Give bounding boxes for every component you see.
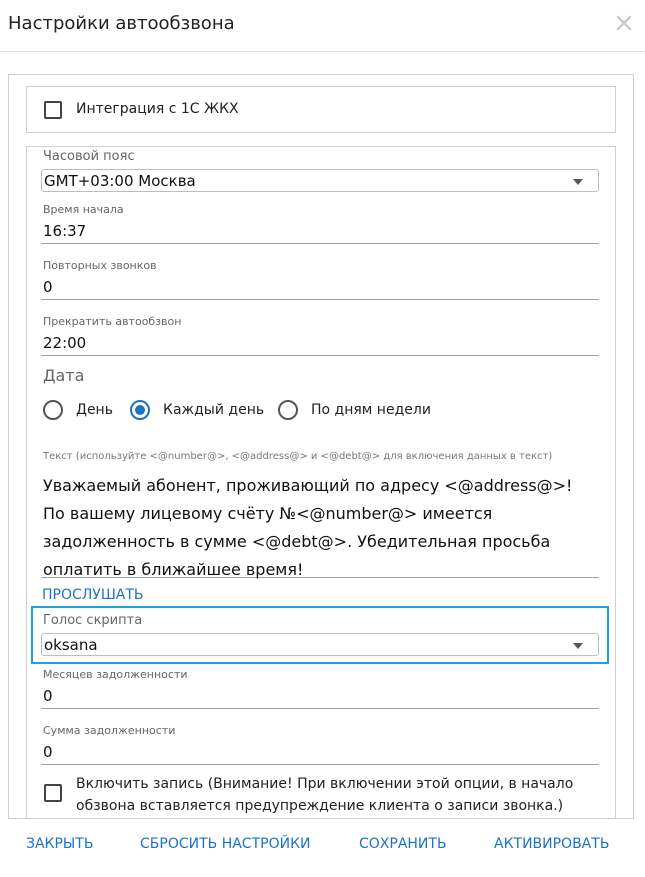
debt-months-field[interactable]: 0	[41, 683, 599, 709]
dropdown-arrow-icon	[573, 643, 583, 649]
start-time-field[interactable]: 16:37	[41, 218, 599, 244]
integration-label: Интеграция с 1С ЖКХ	[76, 101, 239, 117]
stop-time-value: 22:00	[43, 334, 87, 352]
radio-weekdays[interactable]	[278, 400, 298, 420]
dialog-title: Настройки автообзвона	[8, 13, 235, 34]
voice-label: Голос скрипта	[43, 613, 143, 628]
radio-day-label: День	[76, 402, 113, 418]
radio-every-day-label: Каждый день	[163, 402, 265, 418]
stop-time-label: Прекратить автообзвон	[43, 315, 182, 328]
dropdown-arrow-icon	[573, 179, 583, 185]
radio-weekdays-label: По дням недели	[311, 402, 431, 418]
debt-sum-value: 0	[43, 743, 53, 761]
date-label: Дата	[43, 366, 85, 385]
close-icon[interactable]	[615, 14, 633, 32]
listen-button[interactable]: ПРОСЛУШАТЬ	[42, 587, 144, 603]
recording-label: Включить запись (Внимание! При включении…	[76, 776, 574, 814]
timezone-value: GMT+03:00 Москва	[44, 172, 196, 190]
repeat-calls-label: Повторных звонков	[43, 259, 157, 272]
radio-every-day[interactable]	[130, 400, 150, 420]
debt-sum-field[interactable]: 0	[41, 739, 599, 765]
activate-button[interactable]: АКТИВИРОВАТЬ	[494, 836, 609, 852]
text-hint: Текст (используйте <@number@>, <@address…	[43, 451, 553, 462]
debt-months-value: 0	[43, 687, 53, 705]
start-time-value: 16:37	[43, 222, 87, 240]
repeat-calls-value: 0	[43, 278, 53, 296]
start-time-label: Время начала	[43, 203, 124, 216]
integration-checkbox[interactable]	[44, 101, 62, 119]
repeat-calls-field[interactable]: 0	[41, 274, 599, 300]
timezone-select[interactable]: GMT+03:00 Москва	[41, 169, 599, 192]
voice-select[interactable]: oksana	[41, 633, 599, 656]
stop-time-field[interactable]: 22:00	[41, 330, 599, 356]
debt-months-label: Месяцев задолженности	[43, 668, 188, 681]
recording-checkbox[interactable]	[44, 784, 62, 802]
save-button[interactable]: СОХРАНИТЬ	[359, 836, 447, 852]
dialog-header: Настройки автообзвона	[0, 0, 645, 52]
debt-sum-label: Сумма задолженности	[43, 724, 176, 737]
voice-value: oksana	[44, 636, 98, 654]
close-button[interactable]: ЗАКРЫТЬ	[26, 836, 93, 852]
reset-settings-button[interactable]: СБРОСИТЬ НАСТРОЙКИ	[140, 836, 310, 852]
radio-day[interactable]	[43, 400, 63, 420]
script-text-input[interactable]: Уважаемый абонент, проживающий по адресу…	[41, 470, 599, 579]
timezone-label: Часовой пояс	[43, 149, 135, 164]
